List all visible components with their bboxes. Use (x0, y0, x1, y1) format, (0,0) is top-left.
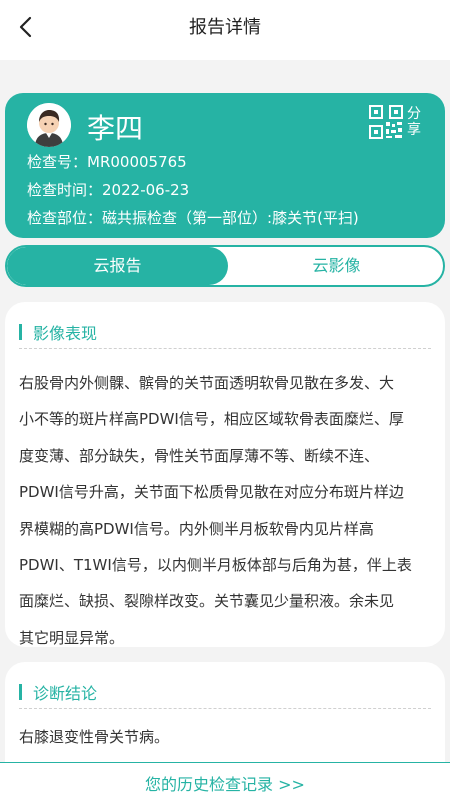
conclusion-title: 诊断结论 (33, 684, 98, 703)
findings-line: 右股骨内外侧髁、髌骨的关节面透明软骨见散在多发、大 (19, 374, 395, 392)
findings-line: 度变薄、部分缺失，骨性关节面厚薄不等、断续不连、 (19, 446, 380, 465)
exam-time-value: 2022-06-23 (102, 181, 190, 199)
divider (19, 348, 431, 349)
divider (19, 708, 431, 709)
exam-number-value: MR00005765 (87, 153, 187, 171)
findings-line: 其它明显异常。 (19, 628, 125, 647)
findings-line: PDWI信号升高，关节面下松质骨见散在对应分布斑片样边 (19, 483, 404, 502)
patient-name: 李四 (87, 112, 144, 145)
avatar-icon (27, 103, 71, 147)
conclusion-header: 诊断结论 (19, 680, 97, 704)
tab-cloud-report[interactable]: 云报告 (7, 247, 228, 285)
history-records-link[interactable]: 您的历史检查记录 >> (0, 771, 450, 795)
patient-card: 李四 分享 检查号：MR00005765 检查时间：2022-06-23 检查部… (5, 93, 445, 238)
findings-line: PDWI、T1WI信号，以内侧半月板体部与后角为甚，伴上表 (19, 556, 412, 575)
exam-time-label: 检查时间： (27, 181, 103, 199)
bottom-bar: 您的历史检查记录 >> (0, 762, 450, 797)
findings-header: 影像表现 (19, 320, 97, 344)
section-accent-bar (19, 684, 22, 700)
nav-bar: 报告详情 (0, 0, 450, 60)
conclusion-text: 右膝退变性骨关节病。 (19, 728, 170, 746)
exam-part-row: 检查部位：磁共振检查（第一部位）:膝关节(平扫) (27, 207, 359, 228)
findings-panel: 影像表现 右股骨内外侧髁、髌骨的关节面透明软骨见散在多发、大 小不等的斑片样高P… (5, 302, 445, 647)
findings-text: 右股骨内外侧髁、髌骨的关节面透明软骨见散在多发、大 小不等的斑片样高PDWI信号… (19, 365, 433, 656)
findings-line: 界模糊的高PDWI信号。内外侧半月板软骨内见片样高 (19, 519, 374, 538)
findings-title: 影像表现 (33, 324, 98, 343)
share-label: 分享 (407, 106, 421, 138)
findings-line: 面糜烂、缺损、裂隙样改变。关节囊见少量积液。余未见 (19, 592, 395, 611)
page-title: 报告详情 (189, 17, 261, 38)
exam-part-label: 检查部位： (27, 209, 103, 227)
exam-time-row: 检查时间：2022-06-23 (27, 179, 189, 200)
findings-line: 小不等的斑片样高PDWI信号，相应区域软骨表面糜烂、厚 (19, 410, 404, 429)
report-view-toggle: 云报告 云影像 (5, 245, 445, 287)
section-accent-bar (19, 324, 22, 340)
qr-code-icon (369, 105, 403, 139)
exam-number-label: 检查号： (27, 153, 88, 171)
exam-number-row: 检查号：MR00005765 (27, 151, 187, 172)
avatar (27, 103, 71, 147)
exam-part-value: 磁共振检查（第一部位）:膝关节(平扫) (102, 209, 359, 227)
share-button[interactable]: 分享 (369, 105, 423, 139)
tab-cloud-image[interactable]: 云影像 (228, 247, 443, 285)
